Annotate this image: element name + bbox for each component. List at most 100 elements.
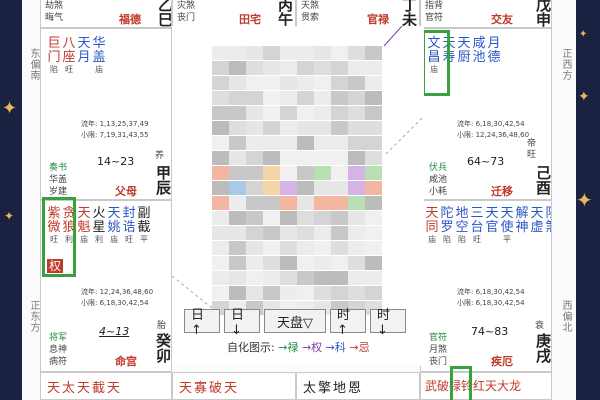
changsheng-label: 帝旺 [527,139,537,160]
highlight-box [422,30,450,96]
legend-ji: →忌 [349,341,370,354]
star-column: 天虚 [530,207,544,245]
star-char: 虚 [530,220,544,235]
star-char: 神 [515,220,529,235]
ganzhi-label: 丁未 [400,0,418,27]
brightness-label: 庙 [110,235,118,244]
palace-name: 命宫 [115,355,137,368]
star-row-text: 天寡破天 [179,381,240,396]
hour-down-button[interactable]: 时↓ [370,308,406,338]
star-decoration-icon: ✦ [2,98,18,119]
highlight-box [42,197,76,277]
star-char: 天 [107,206,121,221]
ganzhi-label: 甲辰 [154,165,172,195]
palace-cell-jiaoyou[interactable]: 指背 官符 交友 戊申 [420,0,552,28]
god-label: 丧门 [429,357,448,367]
brightness-label: 庙 [428,235,436,244]
flow-year: 流年: 1,13,25,37,49 [81,120,149,128]
tianpan-dropdown[interactable]: 天盘▽ [264,309,326,333]
palace-cell-bottom-1[interactable]: 天太天截天 [40,372,172,400]
star-char: 姚 [107,220,121,235]
brightness-label: 旺 [473,235,481,244]
god-label: 晦气 [45,13,64,23]
star-char: 盖 [92,50,106,65]
god-label: 咸池 [429,175,448,185]
day-down-button[interactable]: 日↓ [224,308,260,338]
star-column: 天使平 [500,207,514,245]
palace-cell-guanlu[interactable]: 天煞 贯索 官禄 丁未 [296,0,420,28]
star-char: 同 [425,220,439,235]
palace-cell-bottom-3[interactable]: 太擎地恩 [296,372,420,400]
star-char: 天 [530,206,544,221]
palace-cell-jie[interactable]: 天同庙陀罗陷地空陷三台旺天官天使平解神天虚阴煞 流年: 6,18,30,42,5… [420,200,552,372]
star-char: 德 [487,50,501,65]
star-column: 三台旺 [470,207,484,245]
god-label: 伏兵 [429,163,448,173]
day-up-button[interactable]: 日↑ [184,308,220,338]
legend-quan: →权 [301,341,323,354]
star-char: 月 [487,36,501,51]
god-label: 奏书 [49,163,68,173]
god-label: 灾煞 [177,1,196,11]
direction-label: 西偏北 [560,300,571,333]
god-label: 将军 [49,333,68,343]
star-decoration-icon: ✦ [576,188,593,212]
star-char: 天 [485,206,499,221]
star-column: 地空陷 [455,207,469,245]
star-char: 座 [62,50,76,65]
star-char: 池 [472,50,486,65]
time-toolbar: 日↑ 日↓ 天盘▽ 时↑ 时↓ [184,308,406,338]
hour-up-button[interactable]: 时↑ [330,308,366,338]
decade-range: 14~23 [97,155,135,168]
flow-year: 流年: 12,24,36,48,60 [81,288,154,296]
star-char: 解 [515,206,529,221]
star-column: 天月 [77,37,91,75]
changsheng-label: 衰 [535,321,545,331]
flow-year: 流年: 6,18,30,42,54 [457,120,525,128]
palace-name: 福德 [119,13,141,26]
star-char: 陀 [440,206,454,221]
star-char: 八 [62,36,76,51]
flow-limit: 小限: 7,19,31,43,55 [81,131,149,139]
brightness-label: 陷 [458,235,466,244]
palace-cell-tianzhai[interactable]: 灾煞 丧门 田宅 丙午 [172,0,296,28]
star-column: 封诰旺 [122,207,136,245]
star-column: 天同庙 [425,207,439,245]
star-char: 咸 [472,36,486,51]
star-decoration-icon: ✦ [4,209,15,223]
flow-year: 流年: 6,18,30,42,54 [457,288,525,296]
palace-cell-fude[interactable]: 劫煞 晦气 福德 乙巳 [40,0,172,28]
brightness-label: 旺 [125,235,133,244]
star-column: 月德 [487,37,501,75]
star-char: 天 [457,36,471,51]
god-label: 华盖 [49,175,68,185]
god-label: 贯索 [301,13,320,23]
direction-label: 正西方 [560,48,571,81]
brightness-label: 陷 [50,65,58,74]
star-char: 副 [137,206,151,221]
star-column: 巨门陷 [47,37,61,75]
brightness-label: 平 [140,235,148,244]
ganzhi-label: 戊申 [534,0,552,27]
palace-name: 官禄 [367,13,389,26]
star-column: 火星利 [92,207,106,245]
star-char: 月 [77,50,91,65]
star-char: 华 [92,36,106,51]
star-char: 天 [500,206,514,221]
star-column: 陀罗陷 [440,207,454,245]
brightness-label: 利 [95,235,103,244]
star-char: 天 [77,206,91,221]
star-char: 空 [455,220,469,235]
star-char: 魁 [77,220,91,235]
palace-cell-bottom-2[interactable]: 天寡破天 [172,372,296,400]
god-label: 指背 [425,1,444,11]
brightness-label: 庙 [80,235,88,244]
ganzhi-label: 丙午 [276,0,294,27]
star-column: 天姚庙 [107,207,121,245]
palace-cell-bottom-4[interactable]: 武破禄铃红天大龙 [420,372,552,400]
star-column: 咸池 [472,37,486,75]
star-column: 副截平 [137,207,151,245]
star-char: 截 [137,220,151,235]
legend-lu: →禄 [278,341,299,354]
palace-cell-fumu[interactable]: 巨门陷八座旺天月华盖庙 流年: 1,13,25,37,49 小限: 7,19,3… [40,28,172,200]
